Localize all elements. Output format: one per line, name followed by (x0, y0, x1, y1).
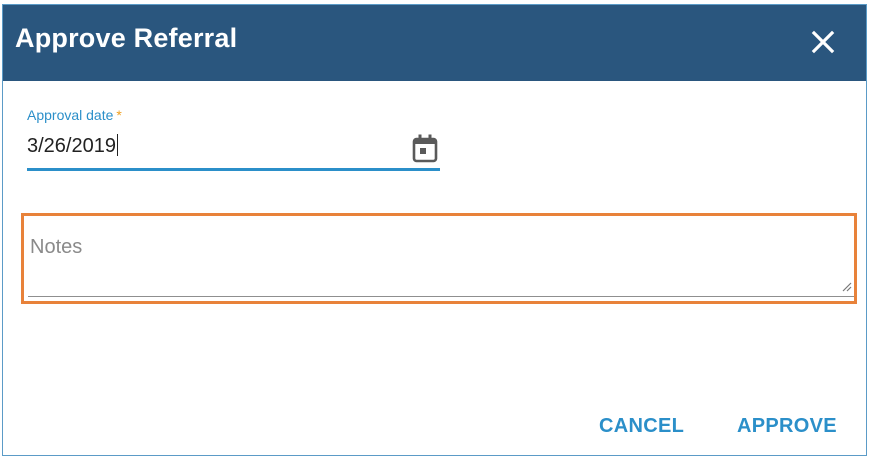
calendar-button[interactable] (410, 133, 440, 165)
dialog-header: Approve Referral (3, 5, 866, 81)
approval-date-field[interactable]: 3/26/2019 (27, 133, 118, 159)
dialog-title: Approve Referral (15, 23, 238, 53)
notes-input[interactable] (30, 222, 850, 297)
calendar-icon (412, 134, 438, 163)
cancel-button[interactable]: CANCEL (599, 413, 684, 439)
required-marker: * (116, 107, 122, 123)
approval-date-label: Approval date * (27, 107, 122, 123)
notes-underline (28, 296, 854, 297)
close-icon (811, 30, 835, 54)
notes-highlight-box (21, 213, 857, 304)
resize-handle-icon[interactable] (840, 280, 852, 292)
approve-button[interactable]: APPROVE (737, 413, 837, 439)
text-cursor (116, 134, 118, 156)
approve-referral-dialog: Approve Referral Approval date * 3/26/201… (2, 4, 867, 456)
approval-date-underline (27, 168, 440, 171)
approval-date-value: 3/26/2019 (27, 135, 116, 157)
close-button[interactable] (804, 23, 842, 61)
